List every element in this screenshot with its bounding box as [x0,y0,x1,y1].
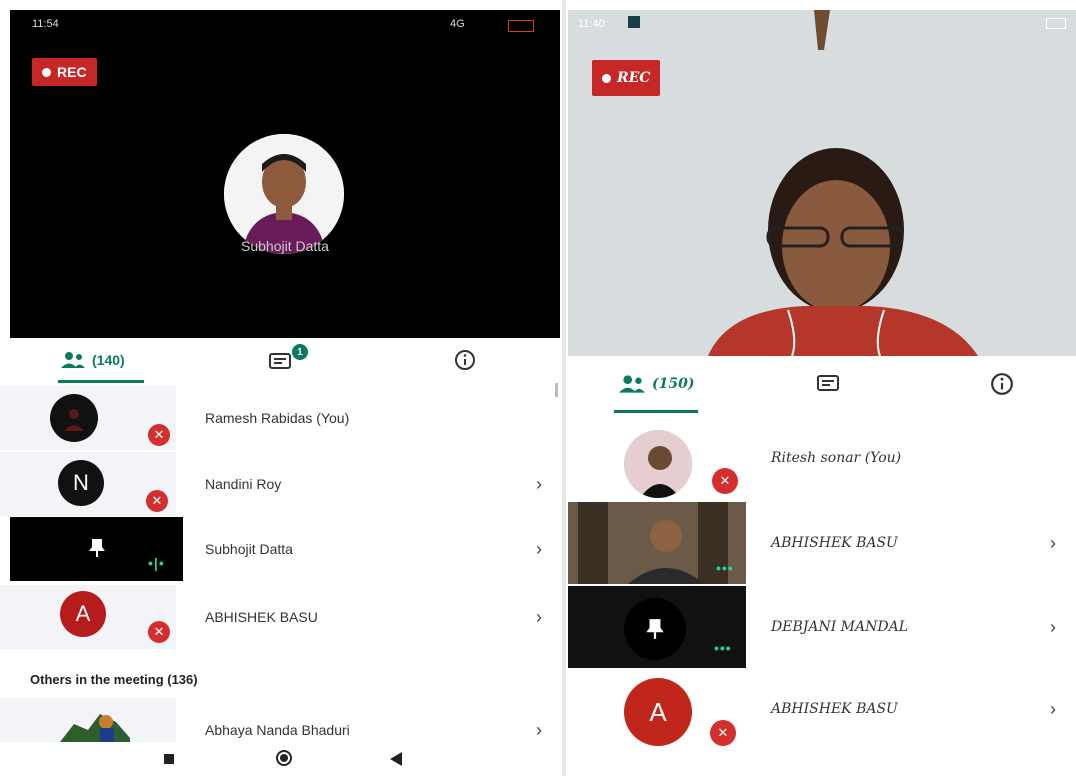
recents-icon[interactable] [164,754,174,764]
participant-row[interactable]: ••• DEBJANI MANDAL › [566,586,1076,668]
status-time: 11:54 [32,18,59,30]
mic-off-icon: ✕ [148,424,170,446]
chat-icon [817,375,839,391]
participant-row[interactable]: Abhaya Nanda Bhaduri › [0,698,562,742]
participant-name: Ramesh Rabidas (You) [205,410,350,426]
recording-badge: REC [592,60,661,96]
participant-name: DEBJANI MANDAL [771,619,909,635]
chevron-right-icon[interactable]: › [536,517,542,581]
participants-count: (140) [92,352,125,368]
participant-row[interactable]: •|• Subhojit Datta › [0,517,562,581]
chevron-right-icon[interactable]: › [536,452,542,516]
tab-participants[interactable]: (140) [60,340,125,380]
participant-row[interactable]: ✕ Ritesh sonar (You) [566,424,1076,500]
person-photo-icon [64,409,84,431]
pin-icon [89,539,105,557]
tab-chat[interactable] [816,364,842,404]
right-screenshot: 11:40 REC (150) ✕ Ritesh sonar (You) •••… [566,0,1076,776]
status-bar: 11:40 [568,10,1076,34]
record-dot-icon [602,73,611,83]
participant-row[interactable]: A ✕ ABHISHEK BASU › [566,674,1076,756]
main-video-area: 11:54 4G REC Subhojit Datta [10,10,560,338]
participant-name: Ritesh sonar (You) [771,450,902,466]
tab-bar: (140) 1 [0,340,562,383]
tab-participants[interactable]: (150) [618,364,694,404]
speaker-name: Subhojit Datta [241,238,329,254]
person-photo-icon [60,714,130,742]
tab-bar: (150) [566,364,1076,413]
person-photo-icon [224,134,344,254]
recording-badge: REC [32,58,97,86]
chevron-right-icon[interactable]: › [1050,502,1056,584]
audio-level-icon: ••• [714,640,732,656]
participants-count: (150) [652,376,695,392]
avatar [50,394,98,442]
tab-info[interactable] [454,340,476,380]
mic-off-icon: ✕ [712,468,738,494]
participant-name: ABHISHEK BASU [205,609,318,625]
left-screenshot: 11:54 4G REC Subhojit Datta (140) 1 ✕ Ra… [0,0,562,776]
participant-name: ABHISHEK BASU [771,535,898,551]
participant-row[interactable]: A ✕ ABHISHEK BASU › [0,585,562,649]
status-network: 4G [450,18,465,30]
people-icon [619,375,645,393]
tab-info[interactable] [990,364,1014,404]
speaker-avatar [224,134,344,254]
avatar: N [58,460,104,506]
people-icon [61,352,85,368]
avatar [624,598,686,660]
home-icon[interactable] [276,750,292,766]
active-tab-indicator [614,410,698,413]
others-heading: Others in the meeting (136) [30,672,198,687]
person-photo-icon [624,430,692,498]
rec-label: REC [617,70,651,86]
chevron-right-icon[interactable]: › [1050,586,1056,668]
record-dot-icon [42,67,51,77]
audio-level-icon: •|• [148,555,165,571]
participant-name: ABHISHEK BASU [771,701,898,717]
chat-badge: 1 [292,344,308,360]
audio-level-icon: ••• [716,560,734,576]
back-icon[interactable] [390,752,402,766]
mic-off-icon: ✕ [148,621,170,643]
battery-icon [508,20,534,32]
participant-name: Subhojit Datta [205,541,293,557]
participant-row[interactable]: ✕ Ramesh Rabidas (You) [0,386,562,450]
tab-chat[interactable]: 1 [268,340,308,380]
navigation-bar [0,742,562,776]
main-video-area: 11:40 REC [568,10,1076,356]
active-tab-indicator [58,380,144,383]
mic-off-icon: ✕ [710,720,736,746]
participant-name: Nandini Roy [205,476,282,492]
status-time: 11:40 [578,18,605,30]
chevron-right-icon[interactable]: › [536,585,542,649]
battery-icon [1046,18,1066,29]
gallery-icon [628,16,640,28]
chevron-right-icon[interactable]: › [1050,674,1056,744]
avatar: A [60,591,106,637]
pin-icon [646,619,664,639]
participant-row[interactable]: ••• ABHISHEK BASU › [566,502,1076,584]
avatar: A [624,678,692,746]
avatar [624,430,692,498]
info-icon [991,373,1013,395]
info-icon [455,350,475,370]
participant-row[interactable]: N ✕ Nandini Roy › [0,452,562,516]
status-bar: 11:54 4G [10,10,560,34]
rec-label: REC [57,64,87,80]
mic-off-icon: ✕ [146,490,168,512]
